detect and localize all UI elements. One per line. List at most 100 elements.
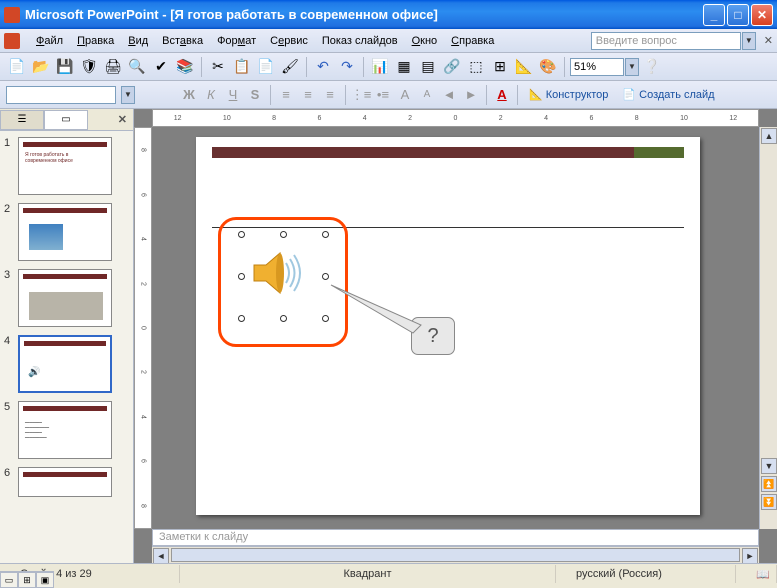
slide-thumbnail[interactable]	[18, 269, 112, 327]
vertical-ruler[interactable]: 864202468	[134, 127, 152, 529]
increase-indent-icon[interactable]: ►	[461, 84, 481, 106]
menubar: Файл Правка Вид Вставка Формат Сервис По…	[0, 29, 777, 53]
scroll-down-icon[interactable]: ▼	[761, 458, 777, 474]
slide-thumbnail[interactable]: ━━━━━━━━━━━━━━━━━━━━━━━━━━━━━━━━━	[18, 401, 112, 459]
selection-handle[interactable]	[280, 231, 287, 238]
menu-edit[interactable]: Правка	[71, 33, 120, 49]
selection-handle[interactable]	[322, 231, 329, 238]
zoom-input[interactable]: 51%	[570, 58, 624, 76]
decrease-indent-icon[interactable]: ◄	[439, 84, 459, 106]
menu-tools[interactable]: Сервис	[264, 33, 314, 49]
bold-button[interactable]: Ж	[179, 87, 199, 102]
slide-header-bar	[212, 147, 684, 158]
hyperlink-icon[interactable]: 🔗	[441, 56, 463, 78]
app-logo-icon	[4, 7, 20, 23]
tables-borders-icon[interactable]: ▤	[417, 56, 439, 78]
increase-font-icon[interactable]: A	[395, 87, 415, 102]
selection-handle[interactable]	[238, 315, 245, 322]
scroll-up-icon[interactable]: ▲	[761, 128, 777, 144]
next-slide-icon[interactable]: ⏬	[761, 494, 777, 510]
menu-file[interactable]: Файл	[30, 33, 69, 49]
horizontal-scrollbar[interactable]: ◄ ►	[152, 546, 759, 563]
align-left-icon[interactable]: ≡	[276, 84, 296, 106]
statusbar: Слайд 4 из 29 Квадрант русский (Россия) …	[0, 563, 777, 584]
slide-thumbnail-selected[interactable]: 🔊	[18, 335, 112, 393]
ruler-icon[interactable]: 📐	[513, 56, 535, 78]
underline-button[interactable]: Ч	[223, 87, 243, 102]
prev-slide-icon[interactable]: ⏫	[761, 476, 777, 492]
italic-button[interactable]: К	[201, 87, 221, 102]
help-icon[interactable]: ❔	[641, 56, 663, 78]
maximize-button[interactable]: □	[727, 4, 749, 26]
menu-view[interactable]: Вид	[122, 33, 154, 49]
vertical-scrollbar[interactable]: ▲ ▼ ⏫ ⏬	[759, 127, 777, 529]
shadow-button[interactable]: S	[245, 87, 265, 102]
outline-tab[interactable]: ☰	[0, 110, 44, 130]
color-icon[interactable]: 🎨	[537, 56, 559, 78]
expand-icon[interactable]: ⬚	[465, 56, 487, 78]
undo-icon[interactable]: ↶	[312, 56, 334, 78]
menu-format[interactable]: Формат	[211, 33, 262, 49]
copy-icon[interactable]: 📋	[231, 56, 253, 78]
designer-button[interactable]: 📐 Конструктор	[523, 86, 614, 103]
powerpoint-icon[interactable]	[4, 33, 20, 49]
scroll-left-icon[interactable]: ◄	[153, 548, 169, 563]
slides-tab[interactable]: ▭	[44, 110, 88, 130]
selection-handle[interactable]	[238, 231, 245, 238]
normal-view-button[interactable]: ▭	[0, 572, 18, 588]
cut-icon[interactable]: ✂	[207, 56, 229, 78]
slide-thumbnail[interactable]: Я готов работать всовременном офисе	[18, 137, 112, 195]
save-icon[interactable]: 💾	[54, 56, 76, 78]
bullets-icon[interactable]: •≡	[373, 84, 393, 106]
close-panel-button[interactable]: ✕	[118, 113, 127, 126]
slide-editor-area: 12108642024681012 864202468	[134, 109, 777, 563]
horizontal-ruler[interactable]: 12108642024681012	[152, 109, 759, 127]
print-icon[interactable]: 🖨	[102, 56, 124, 78]
scroll-right-icon[interactable]: ►	[742, 548, 758, 563]
preview-icon[interactable]: 🔍	[126, 56, 148, 78]
format-painter-icon[interactable]: 🖌	[279, 56, 301, 78]
decrease-font-icon[interactable]: A	[417, 89, 437, 100]
menu-help[interactable]: Справка	[445, 33, 500, 49]
notes-input[interactable]: Заметки к слайду	[152, 529, 759, 546]
zoom-dropdown-icon[interactable]: ▼	[625, 58, 639, 76]
sound-object-icon[interactable]	[246, 243, 306, 303]
minimize-button[interactable]: _	[703, 4, 725, 26]
thumbnail-panel: ☰ ▭ ✕ 1Я готов работать всовременном офи…	[0, 109, 134, 563]
status-spellcheck-icon[interactable]: 📖	[736, 565, 777, 583]
slideshow-view-button[interactable]: ▣	[36, 572, 54, 588]
menu-window[interactable]: Окно	[406, 33, 444, 49]
menu-slideshow[interactable]: Показ слайдов	[316, 33, 404, 49]
redo-icon[interactable]: ↷	[336, 56, 358, 78]
menu-insert[interactable]: Вставка	[156, 33, 209, 49]
align-right-icon[interactable]: ≡	[320, 84, 340, 106]
open-icon[interactable]: 📂	[30, 56, 52, 78]
thumb-number: 5	[4, 401, 14, 459]
slide-thumbnail[interactable]	[18, 203, 112, 261]
font-color-icon[interactable]: A	[492, 87, 512, 102]
research-icon[interactable]: 📚	[174, 56, 196, 78]
align-center-icon[interactable]: ≡	[298, 84, 318, 106]
close-button[interactable]: ✕	[751, 4, 773, 26]
selection-handle[interactable]	[322, 273, 329, 280]
grid-icon[interactable]: ⊞	[489, 56, 511, 78]
selection-handle[interactable]	[238, 273, 245, 280]
status-language[interactable]: русский (Россия)	[556, 565, 736, 583]
table-icon[interactable]: ▦	[393, 56, 415, 78]
chart-icon[interactable]: 📊	[369, 56, 391, 78]
spellcheck-icon[interactable]: ✔	[150, 56, 172, 78]
ask-dropdown-icon[interactable]: ▼	[742, 32, 756, 50]
permission-icon[interactable]: 🛡	[78, 56, 100, 78]
slide-thumbnail[interactable]	[18, 467, 112, 497]
ask-question-input[interactable]: Введите вопрос	[591, 32, 741, 50]
numbering-icon[interactable]: ⋮≡	[351, 84, 371, 106]
selection-handle[interactable]	[280, 315, 287, 322]
new-slide-button[interactable]: 📄 Создать слайд	[616, 86, 720, 103]
new-file-icon[interactable]: 📄	[6, 56, 28, 78]
sorter-view-button[interactable]: ⊞	[18, 572, 36, 588]
font-family-input[interactable]	[6, 86, 116, 104]
paste-icon[interactable]: 📄	[255, 56, 277, 78]
doc-close-button[interactable]: ✕	[764, 34, 773, 47]
font-dropdown-icon[interactable]: ▼	[121, 86, 135, 104]
slide-canvas[interactable]: ?	[196, 137, 700, 515]
